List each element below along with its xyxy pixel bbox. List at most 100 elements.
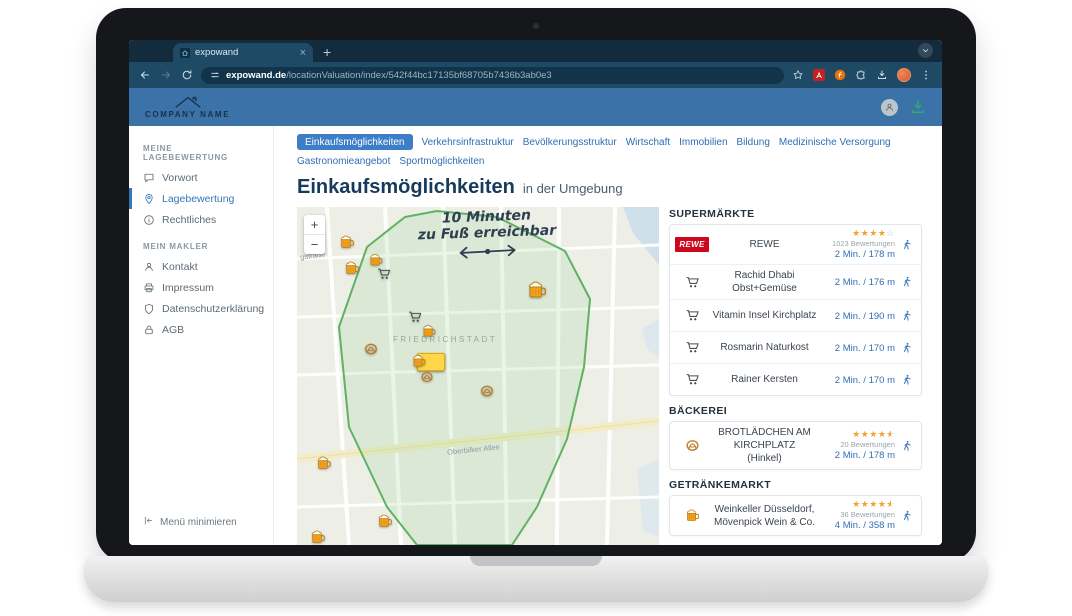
map-marker-beer-icon[interactable]	[344, 260, 360, 276]
page-title: Einkaufsmöglichkeiten in der Umgebung	[297, 176, 922, 199]
reviews-count: 1023 Bewertungen	[823, 239, 895, 248]
page-subtitle: in der Umgebung	[523, 181, 623, 196]
sidebar: MEINE LAGEBEWERTUNG Vorwort Lagebewertung R…	[129, 126, 274, 545]
sidebar-item-label: Impressum	[162, 282, 214, 294]
app-body: MEINE LAGEBEWERTUNG Vorwort Lagebewertung R…	[129, 126, 942, 545]
company-logo[interactable]: COMPANY NAME	[145, 95, 230, 119]
sidebar-item-agb[interactable]: AGB	[129, 319, 273, 340]
tab-bevölkerungsstruktur[interactable]: Bevölkerungsstruktur	[523, 137, 617, 148]
tab-wirtschaft[interactable]: Wirtschaft	[626, 137, 670, 148]
poi-row[interactable]: Rosmarin Naturkost2 Min. / 170 m	[670, 331, 921, 363]
map-marker-beer-icon[interactable]	[527, 280, 548, 301]
url-path: /locationValuation/index/542f44bc17135bf…	[286, 70, 552, 81]
star-rating: ★★★★★☆	[823, 430, 895, 439]
sidebar-item-rechtliches[interactable]: Rechtliches	[129, 209, 273, 230]
poi-name: BROTLÄDCHEN AM KIRCHPLATZ(Hinkel)	[712, 426, 817, 465]
tab-verkehrsinfrastruktur[interactable]: Verkehrsinfrastruktur	[422, 137, 514, 148]
printer-icon	[143, 282, 155, 294]
sidebar-item-kontakt[interactable]: Kontakt	[129, 256, 273, 277]
nav-icons	[139, 69, 193, 81]
poi-section-title: BÄCKEREI	[669, 405, 922, 417]
poi-row[interactable]: Weinkeller Düsseldorf,Mövenpick Wein & C…	[670, 496, 921, 535]
sidebar-item-vorwort[interactable]: Vorwort	[129, 167, 273, 188]
zoom-in-button[interactable]: +	[304, 215, 325, 234]
neighborhood-map[interactable]: + − 10 Minuten zu Fuß erreichbar	[297, 207, 659, 545]
distance-text: 2 Min. / 190 m	[823, 311, 895, 322]
laptop-frame: expowand × + expowand.de/locationValuati…	[96, 8, 976, 562]
map-label: FRIEDRICHSTADT	[393, 335, 497, 344]
sidebar-item-lagebewertung[interactable]: Lagebewertung	[129, 188, 273, 209]
reload-icon[interactable]	[181, 69, 193, 81]
rewe-logo: REWE	[675, 237, 708, 252]
tab-gastronomieangebot[interactable]: Gastronomieangebot	[297, 156, 390, 167]
map-marker-beer-icon[interactable]	[369, 253, 384, 268]
browser-tab[interactable]: expowand ×	[173, 43, 313, 62]
map-marker-pretzel-icon[interactable]	[364, 342, 379, 357]
poi-row[interactable]: Vitamin Insel Kirchplatz 2 Min. / 190 m	[670, 299, 921, 331]
profile-avatar[interactable]	[897, 68, 911, 82]
sidebar-item-datenschutzerklärung[interactable]: Datenschutzerklärung	[129, 298, 273, 319]
distance-text: 4 Min. / 358 m	[823, 520, 895, 531]
tab-immobilien[interactable]: Immobilien	[679, 137, 727, 148]
poi-row[interactable]: Rachid Dhabi Obst+Gemüse2 Min. / 176 m	[670, 264, 921, 299]
map-marker-beer-icon[interactable]	[377, 513, 393, 529]
pin-icon	[143, 193, 155, 205]
pdf-icon[interactable]	[813, 69, 825, 81]
poi-row[interactable]: Rainer Kersten2 Min. / 170 m	[670, 363, 921, 395]
tab-medizinische-versorgung[interactable]: Medizinische Versorgung	[779, 137, 891, 148]
map-marker-cart-icon[interactable]	[377, 267, 392, 282]
distance-text: 2 Min. / 178 m	[823, 249, 895, 260]
user-avatar[interactable]	[881, 99, 898, 116]
forward-icon[interactable]	[160, 69, 172, 81]
sidebar-item-impressum[interactable]: Impressum	[129, 277, 273, 298]
walking-icon	[901, 510, 913, 522]
double-arrow-icon	[455, 243, 519, 259]
browser-tabstrip: expowand × +	[129, 40, 942, 62]
back-icon[interactable]	[139, 69, 151, 81]
company-name: COMPANY NAME	[145, 110, 230, 119]
collapse-icon	[143, 515, 154, 529]
download-icon[interactable]	[876, 69, 888, 81]
download-report-icon[interactable]	[910, 99, 926, 115]
info-icon	[143, 214, 155, 226]
menu-icon[interactable]	[920, 69, 932, 81]
sidebar-item-label: Lagebewertung	[162, 193, 234, 205]
tab-bildung[interactable]: Bildung	[737, 137, 770, 148]
poi-name: Vitamin Insel Kirchplatz	[712, 309, 817, 322]
poi-card: REWEREWE★★★★☆1023 Bewertungen2 Min. / 17…	[669, 224, 922, 396]
map-marker-cart-icon[interactable]	[408, 310, 423, 325]
map-marker-beer-icon[interactable]	[339, 234, 355, 250]
poi-card: Weinkeller Düsseldorf,Mövenpick Wein & C…	[669, 495, 922, 536]
map-marker-beer-icon[interactable]	[310, 529, 326, 545]
map-marker-pretzel-icon[interactable]	[480, 384, 495, 399]
fx-icon[interactable]	[834, 69, 846, 81]
lock-icon	[143, 324, 155, 336]
map-marker-beer-icon[interactable]	[316, 455, 332, 471]
poi-row[interactable]: BROTLÄDCHEN AM KIRCHPLATZ(Hinkel)★★★★★☆2…	[670, 422, 921, 469]
tab-title: expowand	[195, 47, 295, 58]
map-marker-beer-icon[interactable]	[412, 354, 427, 369]
poi-card: BROTLÄDCHEN AM KIRCHPLATZ(Hinkel)★★★★★☆2…	[669, 421, 922, 470]
tab-close-icon[interactable]: ×	[300, 47, 306, 59]
poi-name: Weinkeller Düsseldorf,Mövenpick Wein & C…	[712, 503, 817, 529]
site-favicon-icon	[180, 48, 190, 58]
site-info-icon[interactable]	[210, 70, 220, 80]
zoom-out-button[interactable]: −	[304, 234, 325, 254]
poi-row[interactable]: REWEREWE★★★★☆1023 Bewertungen2 Min. / 17…	[670, 225, 921, 264]
pretzel-icon	[685, 438, 700, 453]
map-marker-beer-icon[interactable]	[422, 324, 437, 339]
extensions-icon[interactable]	[855, 69, 867, 81]
minimize-menu-button[interactable]: Menü minimieren	[129, 505, 273, 545]
page-title-text: Einkaufsmöglichkeiten	[297, 176, 515, 199]
tab-sportmöglichkeiten[interactable]: Sportmöglichkeiten	[399, 156, 484, 167]
sidebar-section-title: MEINE LAGEBEWERTUNG	[143, 144, 259, 162]
new-tab-button[interactable]: +	[323, 45, 331, 59]
star-icon[interactable]	[792, 69, 804, 81]
tab-search-button[interactable]	[918, 43, 933, 58]
tab-einkaufsmöglichkeiten[interactable]: Einkaufsmöglichkeiten	[297, 134, 413, 150]
walking-icon	[901, 276, 913, 288]
map-marker-pretzel-icon[interactable]	[420, 370, 434, 384]
cart-icon	[685, 275, 700, 290]
category-tabs: Einkaufsmöglichkeiten Verkehrsinfrastrukt…	[297, 134, 922, 167]
address-bar[interactable]: expowand.de/locationValuation/index/542f…	[201, 67, 784, 84]
